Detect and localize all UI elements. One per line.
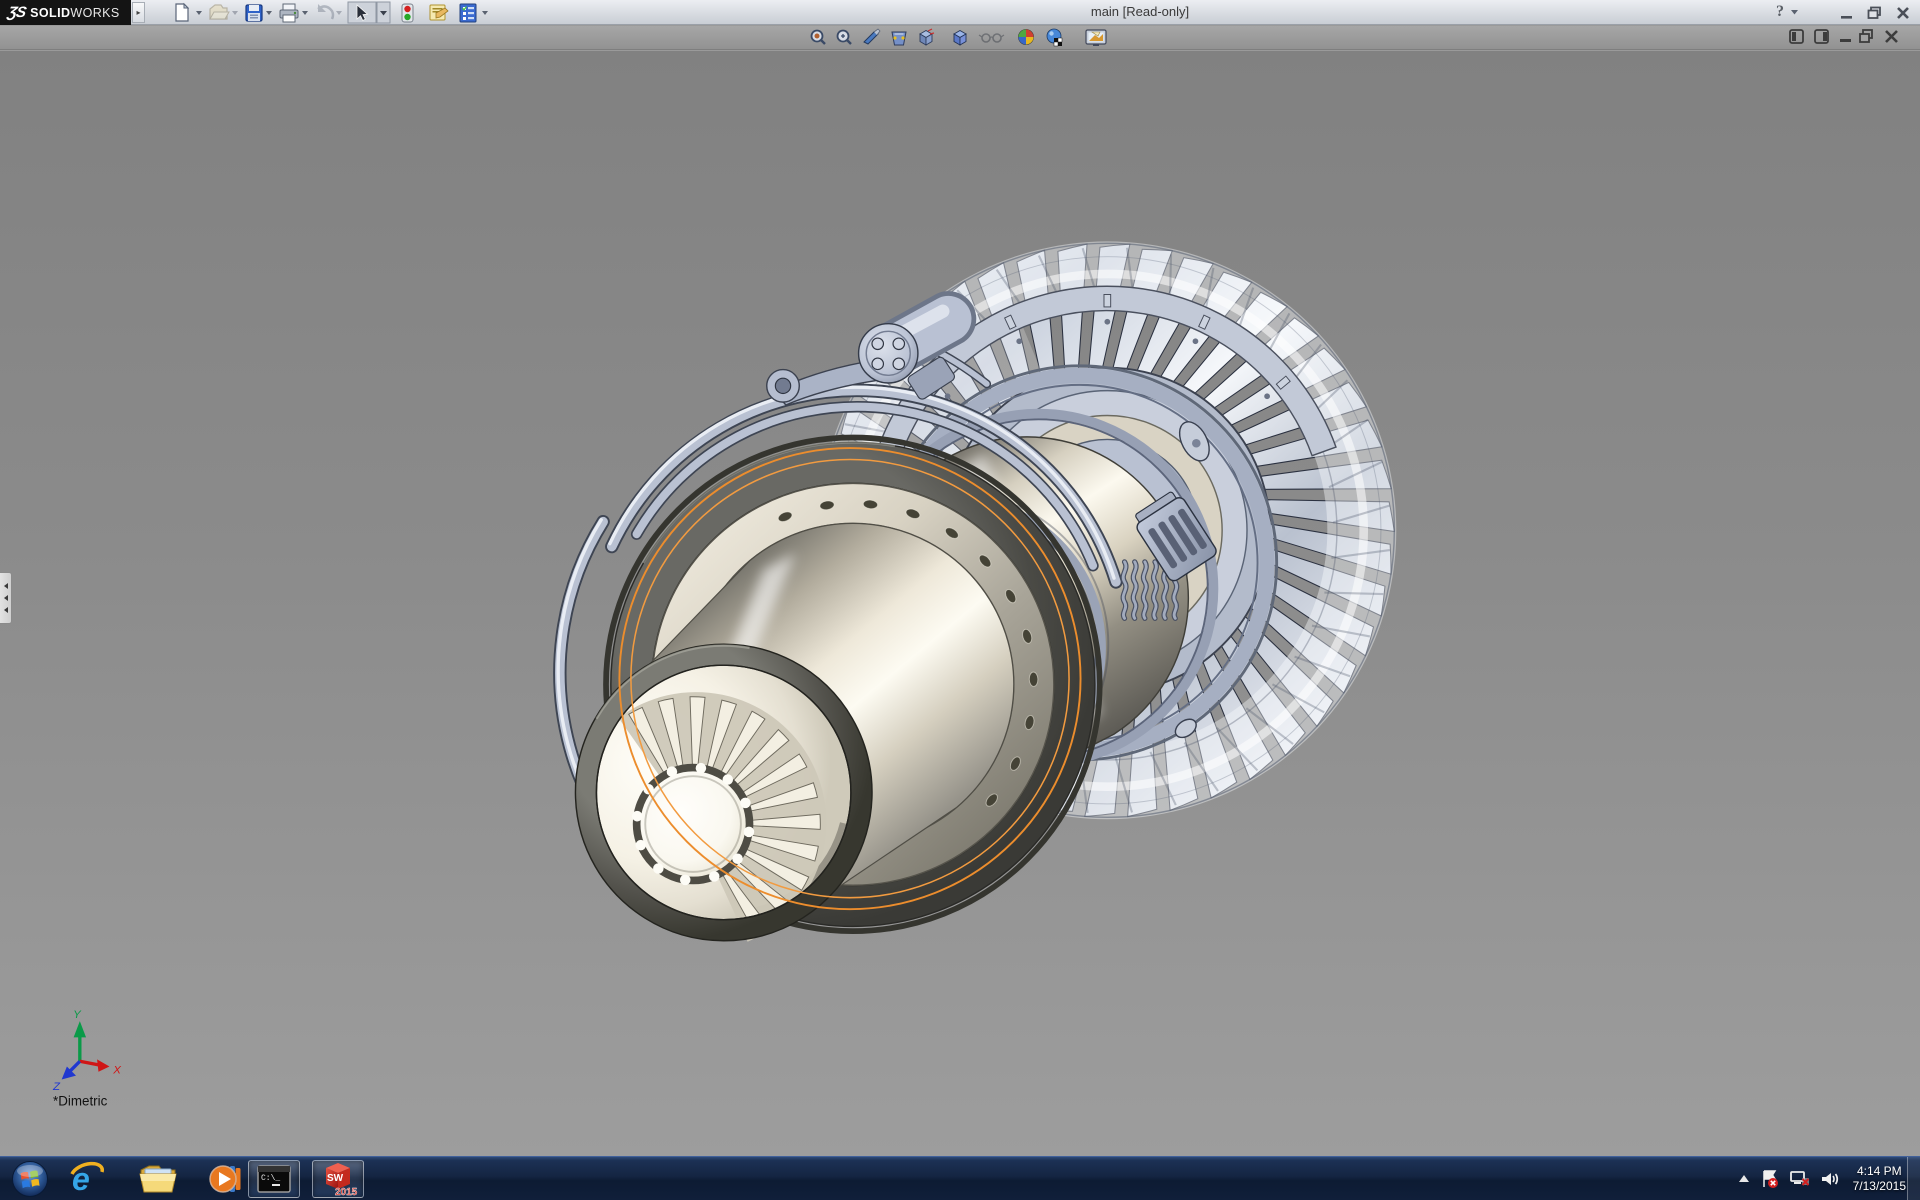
options-dropdown-icon[interactable] [482,11,488,15]
view-settings-monitor-button[interactable] [1086,30,1106,46]
docbar-controls [1788,26,1906,49]
brand-solid: SOLID [30,6,70,20]
print-dropdown-icon[interactable] [302,11,308,15]
zoom-to-fit-button[interactable] [812,31,826,45]
view-orientation-label: *Dimetric [53,1093,108,1108]
cmd-icon-text: C:\_ [261,1174,280,1183]
file-explorer-button[interactable] [134,1160,182,1198]
triad-y-label: Y [73,1009,82,1021]
show-hidden-icons-button[interactable] [1737,1173,1751,1185]
options-checklist-button[interactable] [460,4,476,22]
new-document-button[interactable] [176,4,188,21]
start-button[interactable] [6,1160,54,1198]
print-button[interactable] [280,4,298,22]
solidworks-2015-button[interactable]: SW 2015 [312,1160,364,1198]
menu-expand-tab[interactable]: ▸ [132,2,145,23]
eyeglasses-icon[interactable] [979,34,1004,42]
minimize-button[interactable] [1834,4,1860,21]
media-player-button[interactable] [202,1160,250,1198]
file-properties-button[interactable] [430,5,448,20]
solidworks-mark-icon: ƷS [6,4,27,21]
rebuild-traffic-light-button[interactable] [402,4,413,22]
restore-button[interactable] [1862,4,1888,21]
sw-icon-text: SW [327,1173,344,1184]
open-dropdown-icon[interactable] [232,11,238,15]
title-bar: ƷS SOLIDWORKS ▸ [0,0,1920,25]
volume-icon[interactable] [1820,1169,1840,1189]
show-desktop-button[interactable] [1907,1157,1920,1200]
view-cube-button[interactable] [954,31,966,46]
view-orientation-button[interactable] [892,32,906,45]
panel-left-toggle-button[interactable] [1790,30,1803,43]
action-center-icon[interactable] [1760,1169,1780,1189]
solidworks-logo: ƷS SOLIDWORKS [0,0,131,25]
collapse-arrow-icon [4,595,8,601]
edit-appearance-button[interactable] [1019,30,1034,45]
new-dropdown-icon[interactable] [196,11,202,15]
triad-z-label: Z [52,1081,61,1093]
display-style-button[interactable] [920,29,934,45]
window-title: main [Read-only] [1040,4,1240,19]
undo-dropdown-icon[interactable] [336,11,342,15]
command-prompt-button[interactable]: C:\_ [248,1160,300,1198]
help-dropdown-icon[interactable] [1790,7,1800,17]
help-button[interactable]: ? [1776,3,1784,21]
doc-minimize-button[interactable] [1840,39,1851,42]
network-disconnected-icon[interactable] [1789,1169,1811,1189]
doc-restore-button[interactable] [1860,30,1872,42]
windows-taskbar: e C:\_ [0,1156,1920,1200]
panel-right-toggle-button[interactable] [1815,30,1828,43]
engine-model: Y X Z *Dimetric [0,51,1920,1156]
document-window-bar [0,26,1920,50]
doc-close-button[interactable] [1886,31,1897,42]
triad-x-label: X [112,1065,122,1077]
internet-explorer-button[interactable]: e [62,1160,110,1198]
desktop: ƷS SOLIDWORKS ▸ [0,0,1920,1200]
apply-scene-button[interactable] [1047,29,1062,46]
headsup-toolbar [808,26,1118,49]
collapsed-panel-tab[interactable] [0,572,12,624]
clock-date: 7/13/2015 [1853,1179,1906,1194]
save-dropdown-icon[interactable] [266,11,272,15]
taskbar-clock[interactable]: 4:14 PM 7/13/2015 [1853,1164,1906,1194]
save-button[interactable] [246,5,262,21]
main-toolbar [168,1,498,24]
graphics-viewport[interactable]: Y X Z *Dimetric [0,51,1920,1156]
section-view-button[interactable] [864,29,880,44]
undo-button[interactable] [318,4,333,19]
brand-works: WORKS [70,6,119,20]
open-button[interactable] [210,5,229,19]
zoom-to-area-button[interactable] [838,31,852,45]
collapse-arrow-icon [4,583,8,589]
sw-icon-year: 2015 [335,1187,358,1198]
collapse-arrow-icon [4,607,8,613]
close-button[interactable] [1890,4,1916,21]
clock-time: 4:14 PM [1853,1164,1906,1179]
